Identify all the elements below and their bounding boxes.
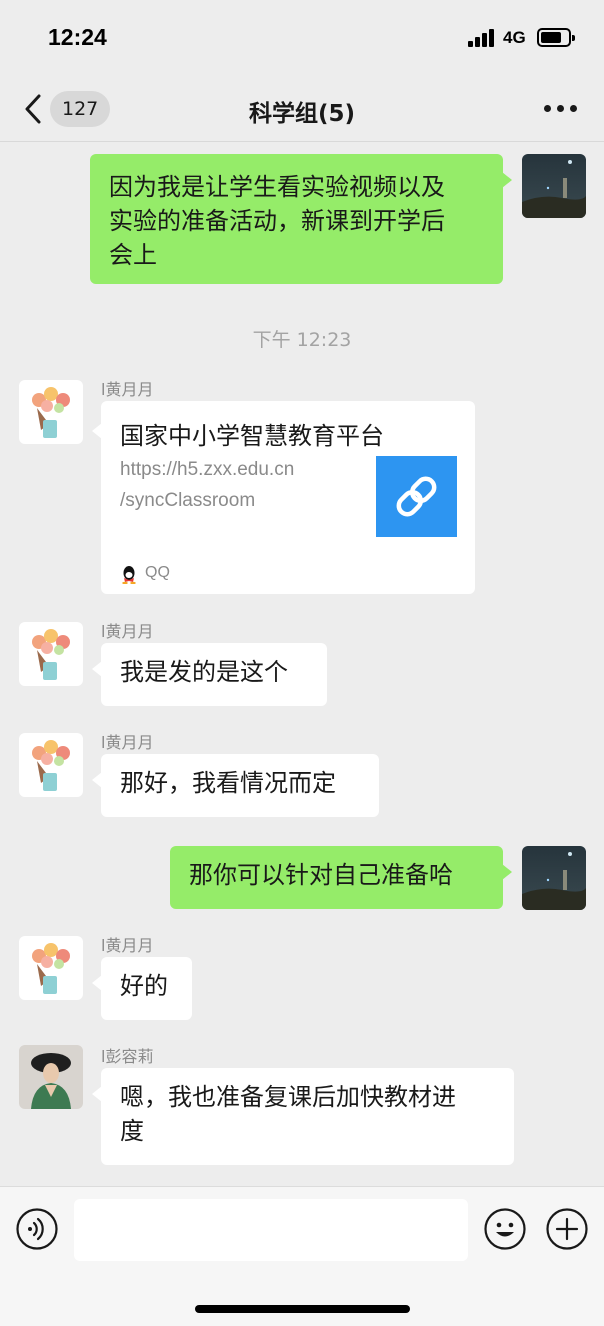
message-timestamp: 下午 12:23	[252, 329, 352, 351]
link-url-line: https://h5.zxx.edu.cn	[120, 459, 295, 480]
message-bubble[interactable]: 我是发的是这个	[92, 643, 327, 706]
sender-name: l黄月月	[101, 380, 154, 399]
message-text-line: 实验的准备活动，新课到开学后	[109, 207, 445, 235]
sender-avatar[interactable]	[19, 936, 83, 1000]
my-avatar[interactable]	[522, 154, 586, 218]
message-bubble[interactable]: 那好，我看情况而定	[92, 754, 379, 817]
link-title: 国家中小学智慧教育平台	[120, 422, 384, 450]
link-url-line: /syncClassroom	[120, 490, 256, 511]
sender-name: l黄月月	[101, 936, 154, 955]
link-url: https://h5.zxx.edu.cn /syncClassroom	[120, 454, 350, 516]
unread-count-badge[interactable]: 127	[50, 91, 111, 127]
link-icon	[396, 476, 437, 517]
link-source-label: QQ	[145, 564, 170, 581]
message-text-line: 度	[120, 1117, 144, 1145]
sender-avatar[interactable]	[19, 380, 83, 444]
emoji-icon[interactable]	[484, 1208, 526, 1250]
plus-icon[interactable]	[546, 1208, 588, 1250]
message-text-line: 因为我是让学生看实验视频以及	[109, 173, 445, 201]
message-bubble[interactable]: 那你可以针对自己准备哈	[170, 846, 512, 909]
status-time: 12:24	[48, 24, 107, 50]
home-indicator[interactable]	[195, 1305, 410, 1313]
message-text-line: 嗯，我也准备复课后加快教材进	[120, 1083, 456, 1111]
message-input[interactable]	[74, 1199, 468, 1261]
sender-avatar[interactable]	[19, 622, 83, 686]
message-bubble[interactable]: 因为我是让学生看实验视频以及 实验的准备活动，新课到开学后 会上	[90, 154, 512, 284]
message-bubble[interactable]: 嗯，我也准备复课后加快教材进 度	[92, 1068, 514, 1165]
input-bar	[0, 1186, 604, 1326]
link-thumbnail	[376, 456, 457, 537]
sender-avatar[interactable]	[19, 1045, 83, 1109]
signal-icon	[468, 29, 496, 47]
sender-name: l黄月月	[101, 622, 154, 641]
my-avatar[interactable]	[522, 846, 586, 910]
status-bar: 12:24 4G	[0, 0, 604, 80]
chevron-left-icon[interactable]	[22, 93, 46, 125]
link-card[interactable]: 国家中小学智慧教育平台 https://h5.zxx.edu.cn /syncC…	[92, 401, 475, 594]
message-bubble[interactable]: 好的	[92, 957, 192, 1020]
chat-header: 127 科学组(5)	[0, 80, 604, 142]
message-text-line: 会上	[109, 241, 157, 269]
battery-icon	[537, 28, 575, 47]
network-type: 4G	[503, 28, 526, 47]
voice-icon[interactable]	[16, 1208, 58, 1250]
ellipsis-icon[interactable]	[540, 103, 580, 115]
sender-name: l彭容莉	[101, 1047, 154, 1066]
qq-icon	[122, 566, 136, 584]
sender-name: l黄月月	[101, 733, 154, 752]
sender-avatar[interactable]	[19, 733, 83, 797]
